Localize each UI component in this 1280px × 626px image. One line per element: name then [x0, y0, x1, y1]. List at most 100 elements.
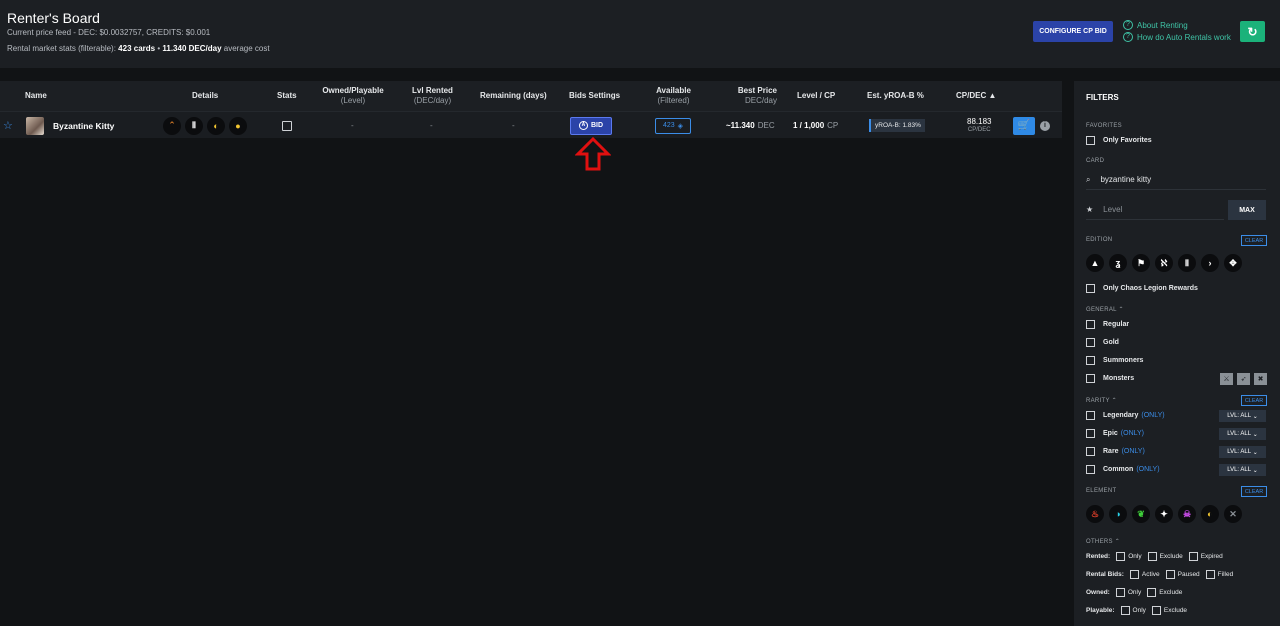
life-element-icon[interactable]: ✦: [1155, 505, 1173, 523]
chaos-edition-icon[interactable]: ✥: [1224, 254, 1242, 272]
info-icon[interactable]: i: [1040, 112, 1050, 139]
checkbox-icon: [1086, 338, 1095, 347]
bids-filled-checkbox[interactable]: Filled: [1205, 570, 1233, 579]
checkbox-icon: [1086, 356, 1095, 365]
col-details: Details: [192, 91, 219, 100]
ranged-filter-icon[interactable]: ➶: [1237, 373, 1250, 385]
col-level-cp[interactable]: Level / CP: [797, 91, 835, 101]
rented-exclude-checkbox[interactable]: Exclude: [1147, 552, 1183, 561]
col-yroa[interactable]: Est. yROA-B %: [867, 91, 924, 101]
favorite-star-icon[interactable]: ☆: [3, 112, 13, 139]
details-icons: ⌃ Ⅱ ◐ ●: [163, 112, 251, 139]
legendary-only-link[interactable]: (ONLY): [1141, 412, 1164, 419]
refresh-button[interactable]: ↻: [1240, 21, 1265, 42]
best-price: ~ 11.340 DEC: [726, 121, 775, 130]
rent-cart-button[interactable]: 🛒: [1013, 112, 1035, 139]
element-clear-button[interactable]: CLEAR: [1241, 486, 1267, 497]
col-lvl-rented[interactable]: Lvl Rented (DEC/day): [405, 86, 460, 106]
stats-icon[interactable]: [282, 112, 292, 139]
melee-filter-icon[interactable]: ⚔: [1220, 373, 1233, 385]
page-title: Renter's Board: [7, 10, 100, 26]
promo-edition-icon[interactable]: ⚑: [1132, 254, 1150, 272]
common-checkbox[interactable]: Common (ONLY): [1086, 465, 1160, 474]
col-best-price[interactable]: Best Price DEC/day: [733, 86, 777, 106]
search-icon: ⌕: [1086, 174, 1091, 184]
alpha-edition-icon[interactable]: ▲: [1086, 254, 1104, 272]
table-row[interactable]: ☆ Byzantine Kitty ⌃ Ⅱ ◐ ● - - - A BID 423…: [0, 111, 1062, 138]
col-lvl-rented-sub: (DEC/day): [413, 96, 452, 105]
legendary-level-select[interactable]: LVL: ALL ⌄: [1219, 410, 1266, 422]
rare-checkbox[interactable]: Rare (ONLY): [1086, 447, 1145, 456]
owned-value: -: [351, 121, 354, 130]
col-bids: Bids Settings: [569, 91, 621, 100]
regular-checkbox[interactable]: Regular: [1086, 320, 1129, 329]
only-chaos-checkbox[interactable]: Only Chaos Legion Rewards: [1086, 284, 1198, 293]
element-section-label: ELEMENT: [1086, 488, 1117, 494]
rented-only-checkbox[interactable]: Only: [1116, 552, 1142, 561]
common-only-link[interactable]: (ONLY): [1136, 466, 1159, 473]
beta-edition-icon[interactable]: ʓ: [1109, 254, 1127, 272]
only-favorites-checkbox[interactable]: Only Favorites: [1086, 136, 1152, 145]
market-stats: Rental market stats (filterable): 423 ca…: [7, 44, 270, 53]
col-name[interactable]: Name: [25, 91, 47, 101]
max-button[interactable]: MAX: [1228, 200, 1266, 220]
col-available[interactable]: Available (Filtered): [651, 86, 696, 106]
card-name[interactable]: Byzantine Kitty: [53, 112, 114, 139]
refresh-icon: ↻: [1247, 24, 1258, 39]
untamed-edition-icon[interactable]: Ⅱ: [1178, 254, 1196, 272]
epic-checkbox[interactable]: Epic (ONLY): [1086, 429, 1144, 438]
fire-element-icon[interactable]: ♨: [1086, 505, 1104, 523]
dice-edition-icon[interactable]: ›: [1201, 254, 1219, 272]
bids-active-checkbox[interactable]: Active: [1129, 570, 1160, 579]
rental-bids-filter: Rental Bids: Active Paused Filled: [1086, 570, 1233, 579]
configure-cp-bid-button[interactable]: CONFIGURE CP BID: [1033, 21, 1113, 42]
checkbox-icon: [1086, 465, 1095, 474]
col-owned[interactable]: Owned/Playable (Level): [321, 86, 385, 106]
summoners-checkbox[interactable]: Summoners: [1086, 356, 1143, 365]
reward-edition-icon[interactable]: ℵ: [1155, 254, 1173, 272]
rented-expired-checkbox[interactable]: Expired: [1188, 552, 1223, 561]
magic-filter-icon[interactable]: ✖: [1254, 373, 1267, 385]
card-search-input[interactable]: ⌕ byzantine kitty: [1086, 170, 1266, 190]
col-lvl-rented-label: Lvl Rented: [412, 86, 453, 95]
edition-clear-button[interactable]: CLEAR: [1241, 235, 1267, 246]
layers-icon: ◈: [677, 122, 684, 130]
playable-exclude-checkbox[interactable]: Exclude: [1151, 606, 1187, 615]
checkbox-icon: [1086, 429, 1095, 438]
gold-checkbox[interactable]: Gold: [1086, 338, 1119, 347]
water-element-icon[interactable]: ◑: [1109, 505, 1127, 523]
only-favorites-label: Only Favorites: [1103, 137, 1152, 144]
common-level-select[interactable]: LVL: ALL ⌄: [1219, 464, 1266, 476]
col-cp-dec[interactable]: CP/DEC ▲: [956, 91, 996, 101]
chevron-up-icon: ⌃: [1114, 539, 1121, 545]
bids-paused-checkbox[interactable]: Paused: [1165, 570, 1200, 579]
neutral-element-icon[interactable]: ✕: [1224, 505, 1242, 523]
owned-exclude-checkbox[interactable]: Exclude: [1147, 588, 1182, 597]
favorites-section-label: FAVORITES: [1086, 123, 1122, 129]
rarity-section-label[interactable]: RARITY ⌃: [1086, 397, 1117, 404]
bid-button[interactable]: A BID: [570, 112, 612, 139]
auto-rentals-link[interactable]: ? How do Auto Rentals work: [1123, 32, 1231, 42]
monsters-checkbox[interactable]: Monsters: [1086, 374, 1134, 383]
level-input[interactable]: ★ Level: [1086, 200, 1224, 220]
dragon-element-icon[interactable]: ◐: [1201, 505, 1219, 523]
about-renting-link[interactable]: ? About Renting: [1123, 20, 1188, 30]
rarity-clear-button[interactable]: CLEAR: [1241, 395, 1267, 406]
up-arrow-icon: [575, 137, 611, 171]
epic-level-select[interactable]: LVL: ALL ⌄: [1219, 428, 1266, 440]
available-button[interactable]: 423 ◈: [655, 112, 691, 139]
epic-label: Epic: [1103, 430, 1118, 437]
earth-element-icon[interactable]: ❦: [1132, 505, 1150, 523]
col-available-sub: (Filtered): [657, 96, 690, 105]
epic-only-link[interactable]: (ONLY): [1121, 430, 1144, 437]
playable-only-checkbox[interactable]: Only: [1120, 606, 1146, 615]
death-element-icon[interactable]: ☠: [1178, 505, 1196, 523]
rare-only-link[interactable]: (ONLY): [1122, 448, 1145, 455]
col-remaining[interactable]: Remaining (days): [480, 91, 547, 101]
general-section-label[interactable]: GENERAL ⌃: [1086, 306, 1124, 313]
rare-level-select[interactable]: LVL: ALL ⌄: [1219, 446, 1266, 458]
others-section-label[interactable]: OTHERS ⌃: [1086, 538, 1120, 545]
owned-only-checkbox[interactable]: Only: [1115, 588, 1141, 597]
price-feed: Current price feed - DEC: $0.0032757, CR…: [7, 28, 211, 37]
legendary-checkbox[interactable]: Legendary (ONLY): [1086, 411, 1165, 420]
